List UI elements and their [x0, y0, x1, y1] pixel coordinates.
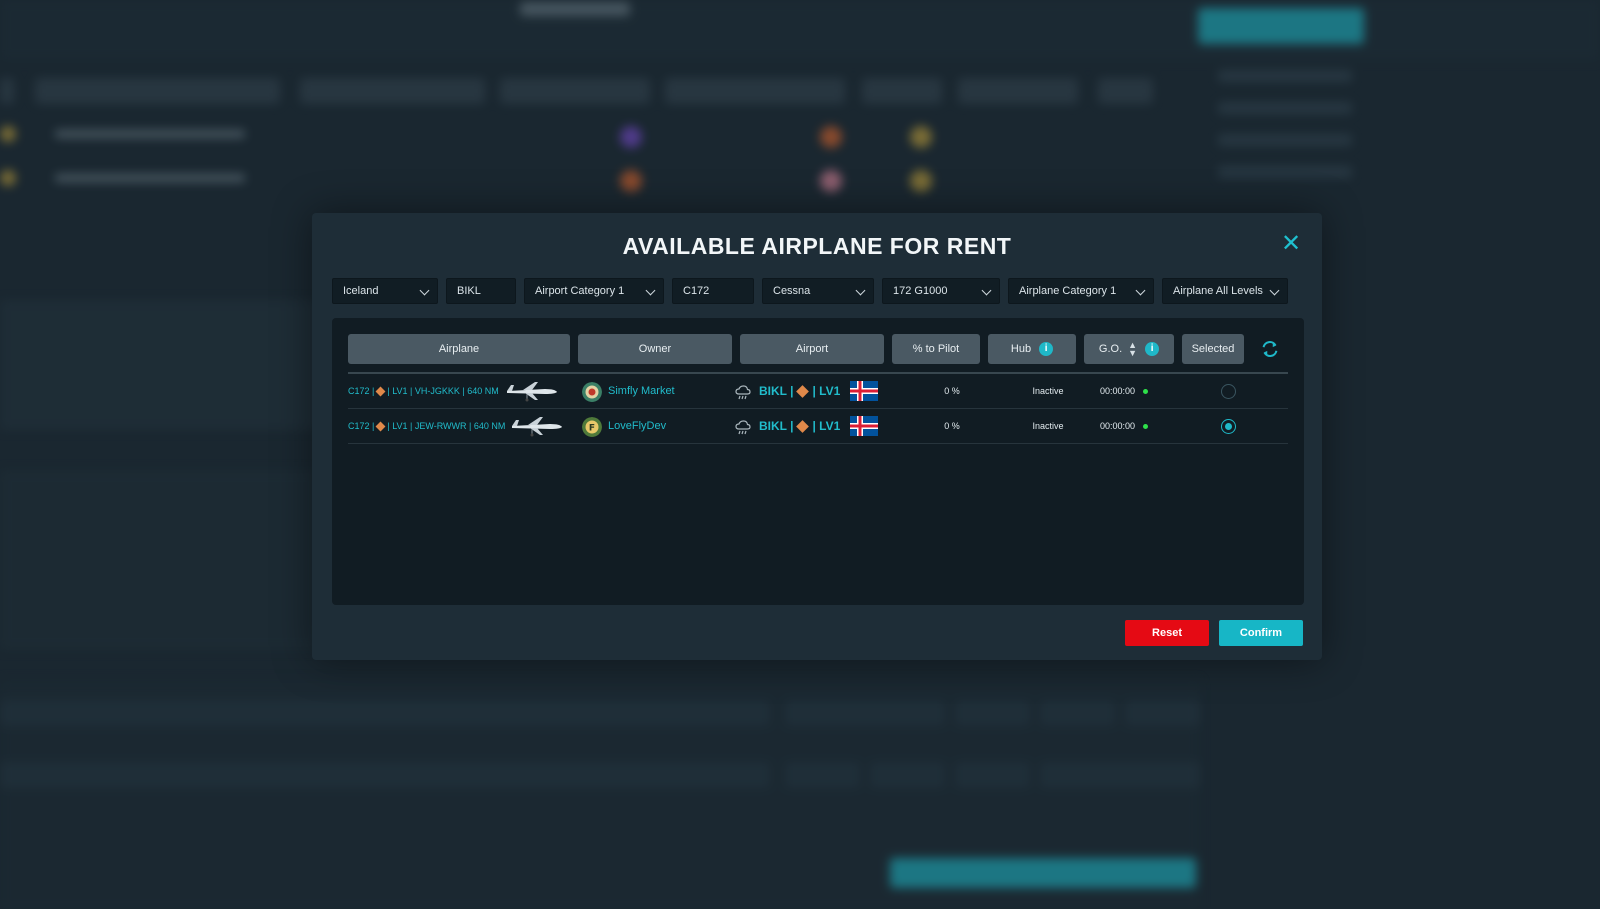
airport-category-select[interactable]: Airport Category 1 — [524, 278, 664, 304]
airport-code: BIKL | — [759, 419, 794, 433]
table-row[interactable]: C172 | | LV1 | JEW-RWWR | 640 NM F LoveFl… — [348, 409, 1288, 444]
level-diamond-icon — [375, 386, 386, 397]
airport-cell[interactable]: BIKL | | LV1 — [759, 409, 840, 444]
select-radio[interactable] — [1221, 384, 1236, 399]
table-row[interactable]: C172 | | LV1 | VH-JGKKK | 640 NM Simfly M… — [348, 374, 1288, 409]
info-icon[interactable]: i — [1039, 342, 1054, 357]
airplane-details: | LV1 | VH-JGKKK | 640 NM — [387, 386, 499, 396]
svg-text:F: F — [589, 424, 595, 434]
owner-name[interactable]: LoveFlyDev — [608, 409, 666, 444]
airplane-model-input[interactable]: C172 — [672, 278, 754, 304]
airplane-details: | LV1 | JEW-RWWR | 640 NM — [387, 421, 506, 431]
airplane-model: C172 | — [348, 386, 375, 396]
airport-category-value: Airport Category 1 — [535, 285, 625, 297]
pct-to-pilot: 0 % — [944, 386, 960, 396]
manufacturer-select[interactable]: Cessna — [762, 278, 874, 304]
airplane-level-value: Airplane All Levels — [1173, 285, 1263, 297]
variant-value: 172 G1000 — [893, 285, 948, 297]
column-header-airport[interactable]: Airport — [740, 334, 884, 364]
bg-row — [0, 118, 1190, 152]
iceland-flag-icon — [850, 416, 878, 436]
airport-code: BIKL | — [759, 384, 794, 398]
go-cell: 00:00:00 — [1100, 374, 1149, 409]
pct-to-pilot: 0 % — [944, 421, 960, 431]
chevron-down-icon — [419, 285, 430, 296]
header-hub-label: Hub — [1010, 343, 1032, 355]
airplane-model: C172 | — [348, 421, 375, 431]
variant-select[interactable]: 172 G1000 — [882, 278, 1000, 304]
header-selected-label: Selected — [1191, 343, 1235, 355]
select-radio[interactable] — [1221, 419, 1236, 434]
column-header-airplane[interactable]: Airplane — [348, 334, 570, 364]
bg-right-list — [1200, 50, 1370, 220]
column-header-hub[interactable]: Hub i — [988, 334, 1076, 364]
hub-status: Inactive — [1032, 421, 1064, 431]
column-header-owner[interactable]: Owner — [578, 334, 732, 364]
column-header-pct-to-pilot[interactable]: % to Pilot — [892, 334, 980, 364]
level-diamond-icon — [796, 385, 810, 399]
owner-name[interactable]: Simfly Market — [608, 374, 675, 409]
header-owner-label: Owner — [638, 343, 672, 355]
chevron-down-icon — [1135, 285, 1146, 296]
chevron-down-icon — [855, 285, 866, 296]
airplane-icon — [512, 417, 562, 437]
airplane-model-value: C172 — [683, 285, 710, 297]
chevron-down-icon — [1269, 285, 1280, 296]
go-time: 00:00:00 — [1100, 421, 1136, 431]
owner-avatar — [582, 382, 602, 402]
airport-cell[interactable]: BIKL | | LV1 — [759, 374, 840, 409]
bg-cta-button — [1198, 8, 1364, 44]
info-icon[interactable]: i — [1145, 342, 1160, 357]
sort-icon[interactable]: ▲ ▼ — [1128, 341, 1137, 358]
airplane-cell[interactable]: C172 | | LV1 | JEW-RWWR | 640 NM — [348, 409, 505, 444]
iceland-flag-icon — [850, 381, 878, 401]
airport-level: | LV1 — [812, 419, 841, 433]
header-pct-label: % to Pilot — [912, 343, 960, 355]
go-cell: 00:00:00 — [1100, 409, 1149, 444]
airplane-category-value: Airplane Category 1 — [1019, 285, 1117, 297]
header-go-label: G.O. — [1098, 343, 1123, 355]
airplane-cell[interactable]: C172 | | LV1 | VH-JGKKK | 640 NM — [348, 374, 499, 409]
bg-left-panel — [0, 470, 320, 650]
owner-avatar: F — [582, 417, 602, 437]
hub-status: Inactive — [1032, 386, 1064, 396]
column-header-selected[interactable]: Selected — [1182, 334, 1244, 364]
airplane-icon — [507, 382, 557, 402]
bg-bottom-cta — [890, 858, 1196, 888]
airport-level: | LV1 — [812, 384, 841, 398]
weather-icon — [735, 385, 751, 400]
airplane-category-select[interactable]: Airplane Category 1 — [1008, 278, 1154, 304]
header-airplane-label: Airplane — [438, 343, 480, 355]
weather-icon — [735, 420, 751, 435]
chevron-down-icon — [981, 285, 992, 296]
level-diamond-icon — [375, 421, 386, 432]
bg-table-header — [0, 78, 1190, 104]
status-dot-icon — [1143, 389, 1149, 395]
bg-left-panel — [0, 300, 320, 430]
filter-bar: Iceland BIKL Airport Category 1 C172 Ces… — [332, 278, 1304, 304]
refresh-icon[interactable] — [1259, 338, 1281, 360]
confirm-button[interactable]: Confirm — [1219, 620, 1303, 646]
header-airport-label: Airport — [795, 343, 829, 355]
rent-airplane-modal: AVAILABLE AIRPLANE FOR RENT ✕ Iceland BI… — [312, 213, 1322, 660]
reset-button[interactable]: Reset — [1125, 620, 1209, 646]
column-header-go[interactable]: G.O. ▲ ▼ i — [1084, 334, 1174, 364]
chevron-down-icon — [645, 285, 656, 296]
airport-code-input[interactable]: BIKL — [446, 278, 516, 304]
status-dot-icon — [1143, 424, 1149, 430]
modal-title: AVAILABLE AIRPLANE FOR RENT — [622, 233, 1012, 259]
results-panel: Airplane Owner Airport % to Pilot Hub i G… — [332, 318, 1304, 605]
close-icon[interactable]: ✕ — [1280, 232, 1302, 256]
manufacturer-value: Cessna — [773, 285, 811, 297]
airplane-level-select[interactable]: Airplane All Levels — [1162, 278, 1288, 304]
level-diamond-icon — [796, 420, 810, 434]
bg-row — [0, 162, 1190, 196]
airport-code-value: BIKL — [457, 285, 481, 297]
country-select-value: Iceland — [343, 285, 379, 297]
country-select[interactable]: Iceland — [332, 278, 438, 304]
go-time: 00:00:00 — [1100, 386, 1136, 396]
